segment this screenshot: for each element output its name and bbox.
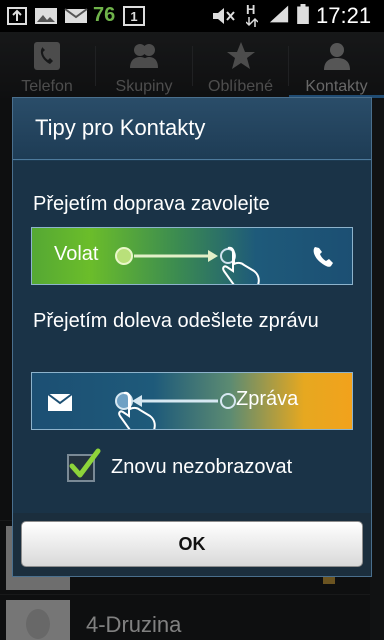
- counter-icon: 1: [123, 6, 145, 26]
- message-label: Zpráva: [236, 388, 299, 410]
- counter-value: 1: [130, 9, 138, 24]
- signal-icon: [269, 5, 289, 23]
- dialog-body: Přejetím doprava zavolejte Volat Přejetí…: [13, 161, 371, 513]
- mute-icon: [213, 8, 235, 24]
- tips-dialog: Tipy pro Kontakty Přejetím doprava zavol…: [12, 97, 372, 577]
- status-bar: 76 1 H 17:21: [0, 0, 384, 32]
- data-arrows-icon: [246, 17, 258, 27]
- swipe-left-illustration: [47, 391, 236, 429]
- tip-message-text: Přejetím doleva odešlete zprávu: [33, 310, 319, 332]
- dialog-header: Tipy pro Kontakty: [13, 98, 371, 160]
- swipe-message-banner: Zpráva: [31, 372, 353, 430]
- clock: 17:21: [316, 3, 372, 28]
- call-label: Volat: [54, 243, 99, 265]
- battery-icon: [297, 4, 309, 24]
- dialog-footer: OK: [13, 513, 371, 576]
- usb-icon: [7, 7, 27, 25]
- network-type: H: [246, 2, 256, 17]
- mail-icon: [64, 8, 88, 23]
- dont-show-again-checkbox[interactable]: [67, 448, 101, 482]
- tip-call-text: Přejetím doprava zavolejte: [33, 193, 270, 215]
- ok-button[interactable]: OK: [21, 521, 363, 567]
- notification-count: 76: [93, 4, 116, 26]
- dont-show-again-label[interactable]: Znovu nezobrazovat: [111, 456, 292, 479]
- dialog-title: Tipy pro Kontakty: [35, 115, 206, 140]
- checkmark-icon: [69, 448, 101, 478]
- swipe-call-banner: Volat: [31, 227, 353, 285]
- image-icon: [35, 8, 57, 24]
